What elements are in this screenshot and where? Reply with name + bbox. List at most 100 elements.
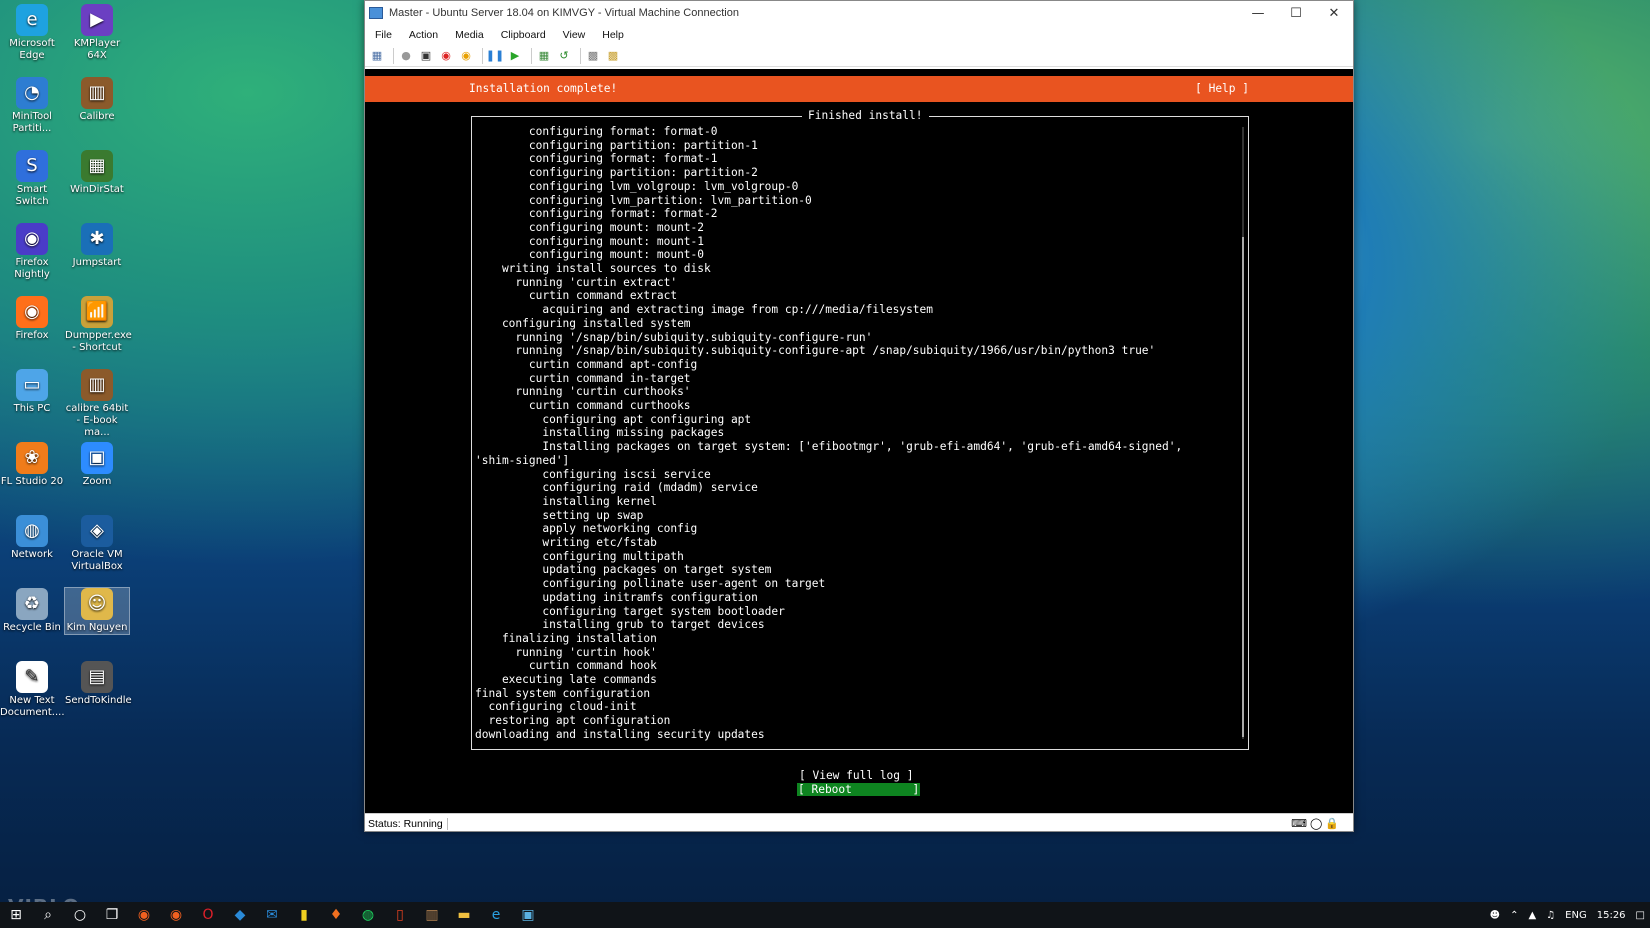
office-icon[interactable]: ▯	[384, 907, 416, 923]
hyperv-icon[interactable]: ▣	[512, 907, 544, 923]
log-line: configuring mount: mount-1	[475, 234, 705, 248]
vscode-icon[interactable]: ◆	[224, 907, 256, 923]
file-explorer-icon[interactable]: ▬	[448, 907, 480, 923]
opera-icon[interactable]: O	[192, 907, 224, 923]
desktop-icon[interactable]: e Microsoft Edge	[0, 4, 64, 62]
start-icon[interactable]: ●	[398, 48, 414, 64]
calibre-icon[interactable]: ▥	[416, 907, 448, 923]
menu-media[interactable]: Media	[455, 29, 484, 41]
log-line: configuring partition: partition-2	[475, 166, 758, 180]
chevron-up-icon[interactable]: ⌃	[1510, 910, 1518, 921]
people-icon[interactable]: ☻	[1490, 910, 1500, 921]
vm-screen[interactable]: Installation complete! [ Help ] Finished…	[365, 69, 1353, 813]
volume-icon[interactable]: ♫	[1546, 910, 1555, 921]
calibre-icon: ▥	[81, 77, 113, 109]
log-line: curtin command apt-config	[475, 357, 698, 371]
desktop-icon[interactable]: ▥ Calibre	[65, 77, 129, 123]
scrollbar-thumb[interactable]	[1242, 237, 1244, 737]
menu-clipboard[interactable]: Clipboard	[501, 29, 546, 41]
desktop-icon[interactable]: ◍ Network	[0, 515, 64, 561]
sticky-notes-icon[interactable]: ▮	[288, 907, 320, 923]
start-icon[interactable]: ⊞	[0, 907, 32, 923]
log-line: writing etc/fstab	[475, 536, 657, 549]
desktop-icon[interactable]: ✎ New Text Document....	[0, 661, 65, 719]
spotify-icon[interactable]: ◍	[352, 907, 384, 923]
keyboard-icon: ⌨	[1291, 818, 1307, 830]
desktop-icon-label: Microsoft Edge	[9, 38, 55, 61]
turnoff-icon[interactable]: ▣	[418, 48, 434, 64]
reboot-button[interactable]: [ Reboot ]	[797, 783, 921, 796]
desktop-icon[interactable]: ▭ This PC	[0, 369, 64, 415]
revert-icon[interactable]: ↺	[556, 48, 572, 64]
checkpoint-icon[interactable]: ▦	[536, 48, 552, 64]
status-icons: ⌨ ◯ 🔒	[1291, 817, 1339, 830]
desktop-icon[interactable]: ▶ KMPlayer 64X	[65, 4, 129, 62]
search-icon[interactable]: ⌕	[32, 907, 64, 923]
app-orange2-icon[interactable]: ◉	[160, 907, 192, 923]
desktop-icon-label: Firefox Nightly	[14, 257, 50, 280]
app-fire-icon[interactable]: ♦	[320, 907, 352, 923]
wifi-icon[interactable]: ▲	[1528, 910, 1536, 921]
desktop-icon[interactable]: ☺ Kim Nguyen	[64, 587, 130, 635]
desktop-icon[interactable]: ▥ calibre 64bit - E-book ma...	[65, 369, 129, 439]
maximize-button[interactable]: ☐	[1277, 6, 1315, 21]
view-full-log-button[interactable]: [ View full log ]	[799, 769, 914, 782]
menu-action[interactable]: Action	[409, 29, 438, 41]
desktop-icon[interactable]: ▣ Zoom	[65, 442, 129, 488]
desktop-icon[interactable]: ◈ Oracle VM VirtualBox	[65, 515, 129, 573]
clock[interactable]: 15:26	[1597, 910, 1626, 921]
desktop-icon-label: Dumpper.exe - Shortcut	[65, 330, 132, 353]
log-line: finalizing installation	[475, 631, 657, 645]
close-button[interactable]: ✕	[1315, 6, 1353, 21]
vm-connection-icon	[369, 7, 383, 19]
menu-view[interactable]: View	[563, 29, 586, 41]
language-indicator[interactable]: ENG	[1565, 910, 1587, 921]
desktop-icon[interactable]: ▤ SendToKindle	[65, 661, 132, 707]
resume-icon[interactable]: ▶	[507, 48, 523, 64]
share-icon[interactable]: ▩	[605, 48, 621, 64]
notification-icon[interactable]: □	[1636, 910, 1645, 921]
desktop-icon-label: Zoom	[82, 476, 112, 487]
network-icon: ◍	[16, 515, 48, 547]
desktop-icon[interactable]: ✱ Jumpstart	[65, 223, 129, 269]
firefox-icon: ◉	[16, 296, 48, 328]
desktop-icon-label: Oracle VM VirtualBox	[71, 549, 123, 572]
menu-help[interactable]: Help	[602, 29, 624, 41]
dumpper-icon: 📶	[81, 296, 113, 328]
desktop-icon[interactable]: ▦ WinDirStat	[65, 150, 129, 196]
desktop-icon[interactable]: ◉ Firefox Nightly	[0, 223, 64, 281]
jumpstart-icon: ✱	[81, 223, 113, 255]
enhanced-session-icon[interactable]: ▩	[585, 48, 601, 64]
edge-icon[interactable]: e	[480, 907, 512, 923]
taskbar-apps: ⊞ ⌕ ○ ❐ ◉ ◉ O ◆ ✉ ▮ ♦ ◍ ▯ ▥ ▬ e ▣	[0, 907, 544, 923]
calibre64-icon: ▥	[81, 369, 113, 401]
help-button[interactable]: [ Help ]	[1195, 82, 1249, 95]
desktop-icon[interactable]: ◉ Firefox	[0, 296, 64, 342]
desktop-icon[interactable]: ❀ FL Studio 20	[0, 442, 64, 488]
log-line: configuring iscsi service	[475, 467, 711, 481]
desktop-icon[interactable]: ◔ MiniTool Partiti...	[0, 77, 64, 135]
shutdown-icon[interactable]: ◉	[438, 48, 454, 64]
log-scrollbar[interactable]	[1242, 127, 1244, 739]
taskbar: ⊞ ⌕ ○ ❐ ◉ ◉ O ◆ ✉ ▮ ♦ ◍ ▯ ▥ ▬ e ▣ ☻ ⌃ ▲ ♫ ENG 15:26 □	[0, 902, 1650, 928]
app-orange-icon[interactable]: ◉	[128, 907, 160, 923]
minimize-button[interactable]: —	[1239, 6, 1277, 21]
cortana-icon[interactable]: ○	[64, 907, 96, 923]
mail-icon[interactable]: ✉	[256, 907, 288, 923]
log-line: running 'curtin curthooks'	[475, 385, 691, 399]
zoom-icon: ▣	[81, 442, 113, 474]
desktop-icon[interactable]: ♻ Recycle Bin	[0, 588, 64, 634]
desktop-icon[interactable]: S Smart Switch	[0, 150, 64, 208]
desktop-icon[interactable]: 📶 Dumpper.exe - Shortcut	[65, 296, 132, 354]
text-doc-icon: ✎	[16, 661, 48, 693]
log-line: 'shim-signed']	[475, 453, 570, 467]
task-view-icon[interactable]: ❐	[96, 907, 128, 923]
log-line: configuring raid (mdadm) service	[475, 481, 758, 495]
ctrl-alt-del-icon[interactable]: ▦	[369, 48, 385, 64]
log-line: updating packages on target system	[475, 563, 772, 577]
smartswitch-icon: S	[16, 150, 48, 182]
menu-file[interactable]: File	[375, 29, 392, 41]
save-icon[interactable]: ◉	[458, 48, 474, 64]
pause-icon[interactable]: ❚❚	[486, 48, 504, 64]
install-log-box: Finished install! configuring format: fo…	[471, 109, 1249, 750]
